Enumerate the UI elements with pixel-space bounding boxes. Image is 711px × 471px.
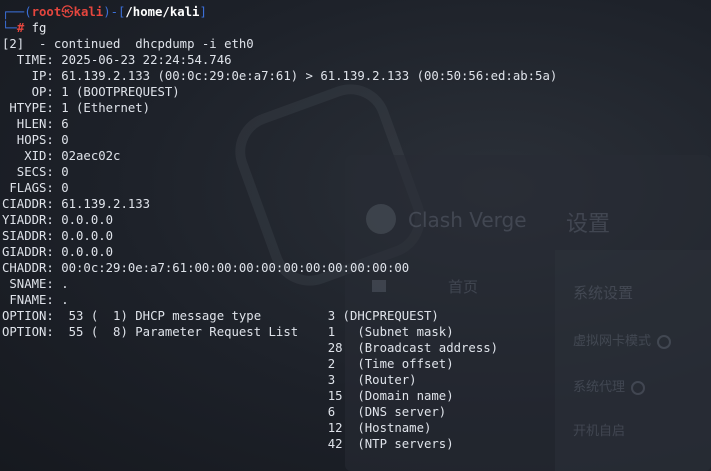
output-line: YIADDR: 0.0.0.0 [2,213,114,227]
output-line: OPTION: 55 ( 8) Parameter Request List 1… [2,325,454,339]
prompt-separator-icon: ㉿ [61,5,74,19]
prompt-header: ┌──(root㉿kali)-[/home/kali] [2,4,711,20]
prompt-command-line: └─# fg [2,20,711,36]
output-line: CHADDR: 00:0c:29:0e:a7:61:00:00:00:00:00… [2,261,410,275]
output-line: XID: 02aec02c [2,149,121,163]
output-line: [2] - continued dhcpdump -i eth0 [2,37,254,51]
prompt-host: kali [73,5,104,19]
output-line: 12 (Hostname) [2,421,432,435]
output-line: SIADDR: 0.0.0.0 [2,229,114,243]
prompt-frame: )-[ [103,5,126,19]
prompt-command: fg [31,21,47,35]
prompt-frame: ┌──( [2,5,32,19]
output-line: 28 (Broadcast address) [2,341,499,355]
output-line: GIADDR: 0.0.0.0 [2,245,114,259]
output-line: OPTION: 53 ( 1) DHCP message type 3 (DHC… [2,309,439,323]
output-line: SNAME: . [2,277,69,291]
output-line: SECS: 0 [2,165,69,179]
prompt-frame: └─ [2,21,17,35]
prompt-user: root [31,5,62,19]
output-line: HTYPE: 1 (Ethernet) [2,101,151,115]
output-line: 15 (Domain name) [2,389,454,403]
output-line: CIADDR: 61.139.2.133 [2,197,151,211]
output-line: OP: 1 (BOOTPREQUEST) [2,85,180,99]
prompt-cwd: /home/kali [125,5,200,19]
output-line: FNAME: . [2,293,69,307]
terminal-window[interactable]: Clash Verge 设置 首页 系统设置 虚拟网卡模式 系统代理 开机自启 … [0,0,711,471]
terminal-output[interactable]: ┌──(root㉿kali)-[/home/kali] └─# fg [2] -… [2,4,711,452]
output-line: HOPS: 0 [2,133,69,147]
output-line: IP: 61.139.2.133 (00:0c:29:0e:a7:61) > 6… [2,69,558,83]
prompt-frame: ] [199,5,207,19]
output-line: 2 (Time offset) [2,357,454,371]
output-line: 3 (Router) [2,373,417,387]
output-line: FLAGS: 0 [2,181,69,195]
output-line: TIME: 2025-06-23 22:24:54.746 [2,53,232,67]
output-line: 6 (DNS server) [2,405,447,419]
output-line: 42 (NTP servers) [2,437,454,451]
output-line: HLEN: 6 [2,117,69,131]
command-output: [2] - continued dhcpdump -i eth0 TIME: 2… [2,36,711,452]
